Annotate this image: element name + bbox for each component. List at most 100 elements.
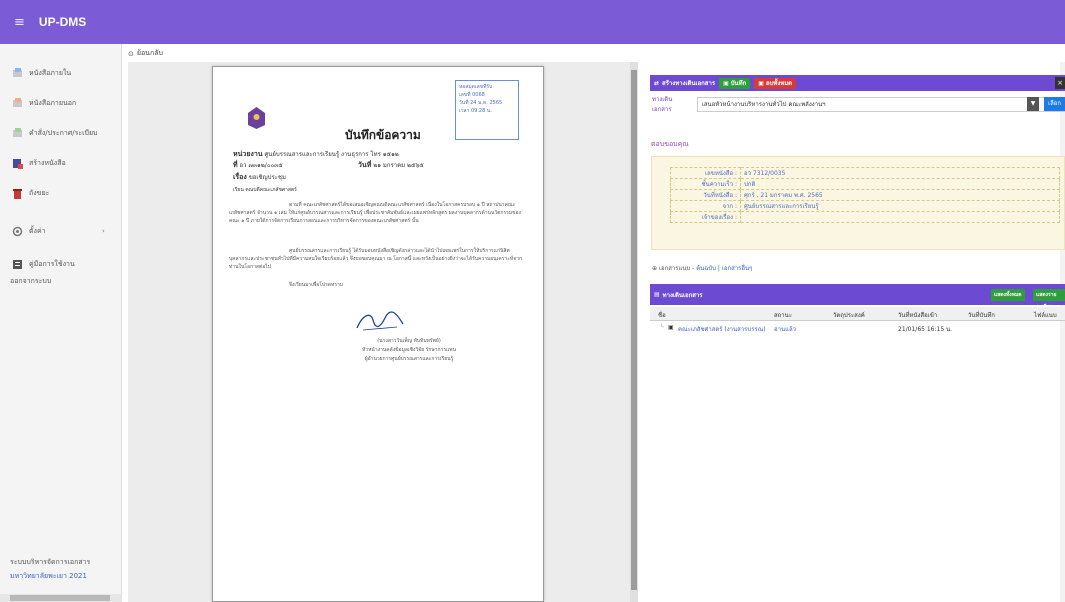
show-details-button[interactable]: แสดงรายละเอียด bbox=[1033, 289, 1065, 310]
back-link[interactable]: ⊙ ย้อนกลับ bbox=[128, 48, 163, 59]
sidebar-item-manual[interactable]: คู่มือการใช้งาน bbox=[12, 255, 75, 273]
detail-row: วันที่หนังสือ : ศุกร์ , 21 มกราคม พ.ศ. 25… bbox=[670, 189, 1060, 201]
announce-icon bbox=[12, 127, 23, 139]
column-header[interactable]: วันที่บันทึก bbox=[968, 310, 995, 320]
clear-all-button[interactable]: ▣ ลบทั้งหมด bbox=[754, 77, 797, 89]
date-value: ๒๑ มกราคม ๒๕๖๕ bbox=[373, 162, 424, 169]
grid-columns: ชื่อ สถานะ วัตถุประสงค์ วันที่หนังสือเข้… bbox=[650, 307, 1065, 321]
save-button[interactable]: ▣ บันทึก bbox=[719, 77, 751, 89]
table-row[interactable]: └ ▣ คณะเภสัชศาสตร์ (งานสารบรรณ) อ่านแล้ว… bbox=[650, 322, 1065, 334]
memo-subject: เรื่อง ขอเชิญประชุม bbox=[233, 172, 286, 183]
footer-org[interactable]: มหาวิทยาลัยพะเยา 2021 bbox=[10, 571, 87, 582]
manual-icon bbox=[12, 259, 23, 270]
trash-icon bbox=[12, 188, 23, 199]
detail-value: อว 7312/0035 bbox=[740, 167, 1060, 179]
sidebar-item-label: หนังสือภายนอก bbox=[29, 98, 77, 107]
settings-icon bbox=[12, 226, 23, 237]
agency-value: ศูนย์บรรณสารและการเรียนรู้ งานธุรการ โทร… bbox=[264, 151, 399, 158]
sidebar-item-create[interactable]: สร้างหนังสือ bbox=[12, 154, 66, 172]
footer-title: ระบบบริหารจัดการเอกสาร bbox=[10, 558, 91, 566]
trash-icon: ▣ bbox=[758, 79, 764, 87]
memo-date: วันที่ ๒๑ มกราคม ๒๕๖๕ bbox=[358, 160, 424, 171]
scrollbar-thumb[interactable] bbox=[10, 595, 110, 601]
receipt-stamp: หอสมุดเลขที่รับ เลขที่ 0068 วันที่ 24 ม.… bbox=[455, 80, 519, 140]
create-doc-icon bbox=[12, 158, 23, 169]
back-label: ย้อนกลับ bbox=[136, 49, 163, 57]
memo-number: ที่ อว ๗๓๑๒/๐๐๓๕ bbox=[233, 160, 283, 171]
app-title: UP-DMS bbox=[38, 15, 87, 29]
save-label: บันทึก bbox=[730, 80, 747, 87]
close-button[interactable]: × bbox=[1055, 77, 1065, 89]
workflow-icon: ⇄ bbox=[654, 79, 660, 87]
detail-row: เลขหนังสือ : อว 7312/0035 bbox=[670, 167, 1060, 179]
choose-button[interactable]: เลือก bbox=[1044, 97, 1065, 111]
inbox-icon bbox=[12, 67, 23, 79]
signer-title-1: หัวหน้างานคลังข้อมูลเชิงวิจัย รักษาการแท… bbox=[362, 347, 456, 353]
show-all-button[interactable]: แสดงทั้งหมด bbox=[991, 289, 1025, 301]
sidebar-item-internal[interactable]: หนังสือภายใน bbox=[12, 64, 71, 82]
signer-name: (นางสาววันเพ็ญ ทับทิมทรัพย์) bbox=[377, 338, 441, 344]
signature bbox=[353, 310, 407, 334]
sidebar-scrollbar[interactable] bbox=[0, 594, 122, 602]
agency-label: หน่วยงาน bbox=[233, 150, 263, 158]
row-name[interactable]: คณะเภสัชศาสตร์ (งานสารบรรณ) bbox=[678, 324, 766, 334]
row-in-date: 21/01/65 16:15 น. bbox=[898, 326, 953, 333]
save-icon: ▣ bbox=[723, 79, 729, 87]
attachments-links[interactable]: ต้นฉบับ | เอกสารอื่นๆ bbox=[696, 265, 752, 272]
scrollbar-thumb[interactable] bbox=[631, 70, 637, 590]
hamburger-icon[interactable]: ≡ bbox=[14, 15, 25, 30]
sidebar-item-settings[interactable]: ตั้งค่า › bbox=[12, 222, 112, 240]
workflow-selected-value: เสนอหัวหน้างานบริหารงานทั่วไป คณะพลังงาน… bbox=[701, 101, 826, 108]
detail-value: ศูนย์บรรณสารและการเรียนรู้ bbox=[740, 200, 1060, 212]
memo-closing: จึงเรียนมาเพื่อโปรดทราบ bbox=[289, 282, 343, 288]
column-header[interactable]: ไฟล์แนบ bbox=[1034, 310, 1057, 320]
stamp-line: เลขที่ 0068 bbox=[459, 92, 485, 98]
attachments: ⊕ เอกสารแนบ - ต้นฉบับ | เอกสารอื่นๆ bbox=[652, 263, 752, 273]
top-navbar: ≡ UP-DMS bbox=[0, 0, 1065, 44]
detail-key: วันที่หนังสือ : bbox=[670, 189, 741, 201]
number-label: ที่ bbox=[233, 161, 238, 169]
outbox-icon bbox=[12, 97, 23, 109]
detail-value bbox=[740, 211, 1060, 223]
sidebar-item-label: ตั้งค่า bbox=[29, 226, 46, 235]
memo-agency: หน่วยงาน ศูนย์บรรณสารและการเรียนรู้ งานธ… bbox=[233, 149, 399, 160]
sidebar-item-label: ถังขยะ bbox=[29, 188, 50, 197]
sidebar-item-trash[interactable]: ถังขยะ bbox=[12, 184, 49, 202]
chevron-down-icon[interactable]: ▼ bbox=[1027, 97, 1039, 111]
date-label: วันที่ bbox=[358, 161, 372, 169]
column-header[interactable]: วัตถุประสงค์ bbox=[833, 310, 865, 320]
subject-value: ขอเชิญประชุม bbox=[248, 174, 286, 181]
number-value: อว ๗๓๑๒/๐๐๓๕ bbox=[239, 162, 283, 169]
column-header[interactable]: ชื่อ bbox=[658, 310, 666, 320]
viewer-scrollbar[interactable] bbox=[630, 62, 638, 602]
sidebar-item-external[interactable]: หนังสือภายนอก bbox=[12, 94, 76, 112]
document-icon: ▤ bbox=[654, 291, 660, 298]
detail-key: จาก : bbox=[670, 200, 741, 212]
detail-row: จาก : ศูนย์บรรณสารและการเรียนรู้ bbox=[670, 200, 1060, 212]
document-details-table: เลขหนังสือ : อว 7312/0035 ชั้นความเร็ว :ป… bbox=[670, 167, 1060, 223]
attachments-label: เอกสารแนบ - bbox=[658, 265, 695, 272]
sidebar-item-label: คำสั่ง/ประกาศ/ระเบียบ bbox=[29, 128, 98, 137]
workflow-select[interactable]: เสนอหัวหน้างานบริหารงานทั่วไป คณะพลังงาน… bbox=[696, 96, 1065, 112]
sidebar-item-orders[interactable]: คำสั่ง/ประกาศ/ระเบียบ bbox=[12, 124, 98, 142]
stamp-line: หอสมุดเลขที่รับ bbox=[459, 84, 493, 90]
memo-paragraph-1: ตามที่ คณะเภสัชศาสตร์ได้ขอเสนอเชิญคณบดีค… bbox=[229, 202, 521, 224]
workflow-select-row: ทางเดินเอกสาร เสนอหัวหน้างานบริหารงานทั่… bbox=[650, 94, 1065, 114]
workflow-toolbar: ⇄ สร้างทางเดินเอกสาร ▣ บันทึก ▣ ลบทั้งหมด bbox=[650, 75, 1065, 91]
attachment-icon: ⊕ bbox=[652, 265, 658, 272]
university-logo bbox=[248, 107, 265, 129]
row-status: อ่านแล้ว bbox=[774, 326, 796, 333]
stamp-line: เวลา 09.28 น. bbox=[459, 108, 492, 114]
column-header[interactable]: สถานะ bbox=[774, 310, 792, 320]
stamp-line: วันที่ 24 ม.ค. 2565 bbox=[459, 100, 503, 106]
sidebar-item-logout[interactable]: ออกจากระบบ bbox=[10, 272, 51, 290]
back-icon: ⊙ bbox=[128, 49, 134, 58]
memo-title: บันทึกข้อความ bbox=[345, 128, 421, 142]
chevron-right-icon: › bbox=[102, 227, 105, 235]
subject-label: เรื่อง bbox=[233, 173, 247, 181]
detail-key: ชั้นความเร็ว : bbox=[670, 178, 741, 190]
document-icon: ▣ bbox=[668, 324, 674, 331]
grid-title: ทางเดินเอกสาร bbox=[662, 291, 703, 299]
column-header[interactable]: วันที่หนังสือเข้า bbox=[898, 310, 937, 320]
signer-title-2: ผู้อำนวยการศูนย์บรรณสารและการเรียนรู้ bbox=[364, 356, 454, 362]
